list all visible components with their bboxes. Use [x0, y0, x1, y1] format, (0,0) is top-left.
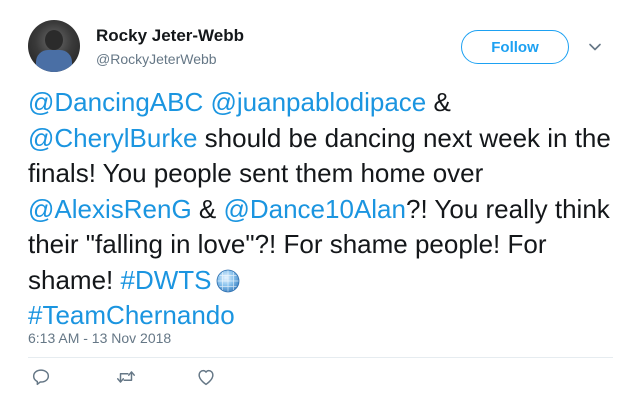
chevron-down-icon[interactable] — [586, 38, 604, 56]
tweet-text-segment: & — [426, 87, 451, 117]
avatar-shirt — [36, 50, 72, 72]
retweet-icon[interactable] — [115, 366, 137, 388]
tweet-text-segment: & — [191, 193, 224, 224]
avatar[interactable] — [28, 20, 80, 72]
author-display-name[interactable]: Rocky Jeter-Webb — [96, 26, 244, 46]
mention-link[interactable]: @CherylBurke — [28, 123, 197, 153]
tweet-timestamp[interactable]: 6:13 AM - 13 Nov 2018 — [28, 330, 171, 346]
disco-ball-icon — [216, 269, 239, 292]
hashtag-link[interactable]: #TeamChernando — [28, 300, 235, 330]
mention-link[interactable]: @AlexisRenG — [28, 194, 192, 224]
heart-icon[interactable] — [195, 366, 217, 388]
follow-button[interactable]: Follow — [461, 30, 569, 64]
tweet-text: @DancingABC @juanpablodipace & @CherylBu… — [28, 85, 628, 334]
reply-icon[interactable] — [30, 366, 52, 388]
avatar-head — [45, 30, 63, 50]
author-handle[interactable]: @RockyJeterWebb — [96, 51, 217, 67]
hashtag-link[interactable]: #DWTS — [121, 265, 212, 295]
mention-link[interactable]: @juanpablodipace — [210, 87, 426, 117]
mention-link[interactable]: @DancingABC — [28, 87, 203, 117]
mention-link[interactable]: @Dance10Alan — [223, 194, 406, 224]
divider — [28, 357, 613, 358]
